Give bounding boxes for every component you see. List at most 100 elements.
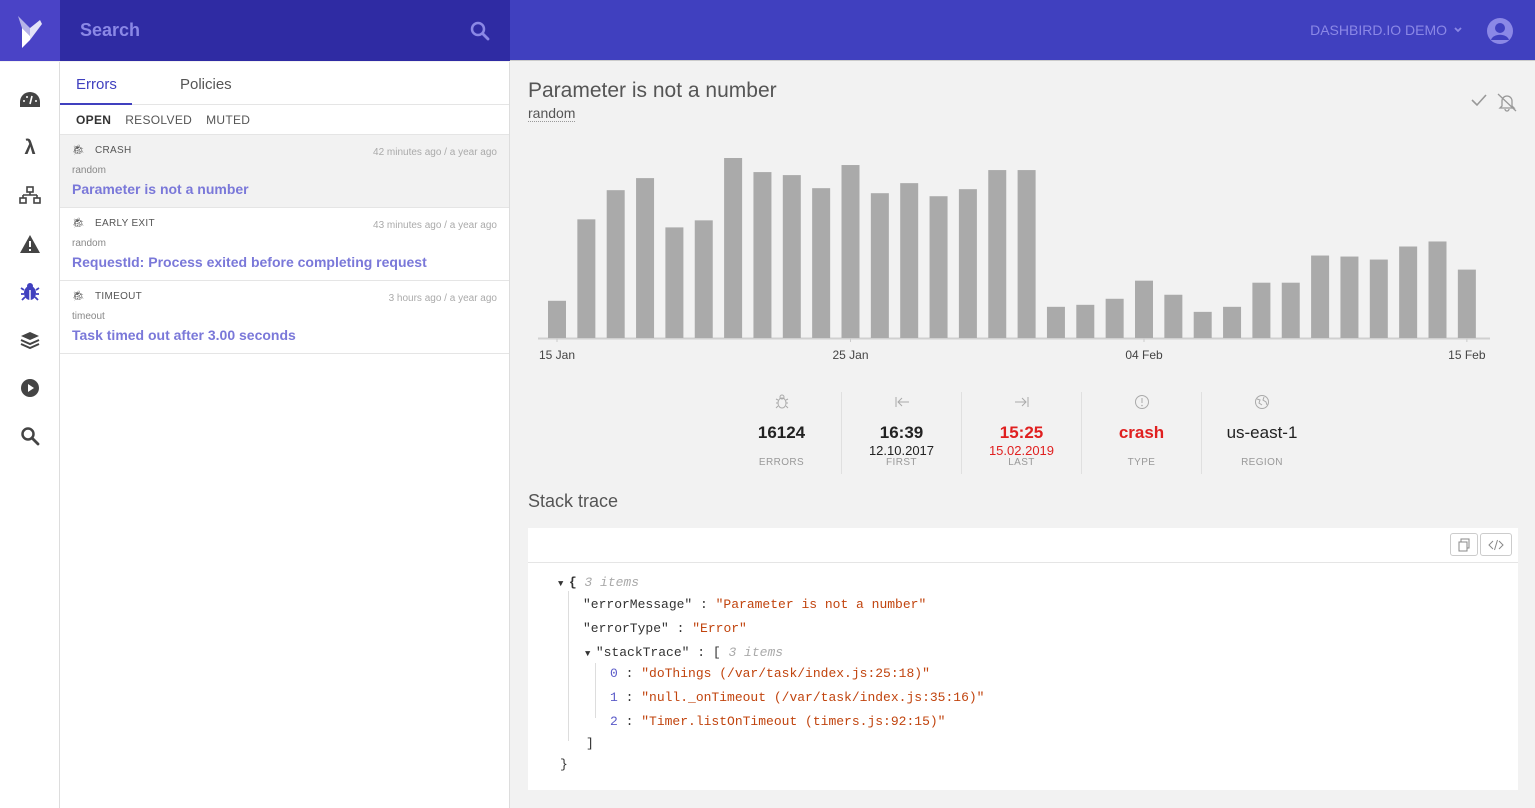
- bar[interactable]: [782, 175, 801, 338]
- error-list-item[interactable]: 🐞︎ EARLY EXIT 43 minutes ago / a year ago…: [60, 208, 509, 281]
- layers-icon: [20, 332, 40, 349]
- bar[interactable]: [636, 178, 655, 338]
- bar[interactable]: [724, 158, 743, 338]
- errors-bar-chart: 15 Jan 25 Jan 04 Feb 15 Feb: [538, 158, 1490, 362]
- tab-policies[interactable]: Policies: [180, 76, 232, 93]
- error-list-item[interactable]: 🐞︎ TIMEOUT 3 hours ago / a year ago timeo…: [60, 281, 509, 354]
- stat-label: FIRST: [886, 457, 917, 468]
- tab-errors[interactable]: Errors: [76, 76, 117, 93]
- nav-errors[interactable]: [18, 280, 42, 304]
- bar[interactable]: [665, 227, 684, 338]
- dashbird-logo[interactable]: [0, 0, 60, 61]
- mute-bell-icon[interactable]: [1496, 92, 1518, 112]
- bar[interactable]: [1193, 311, 1212, 338]
- stat-label: REGION: [1241, 457, 1283, 468]
- bar[interactable]: [577, 219, 596, 338]
- bar[interactable]: [1135, 280, 1153, 338]
- error-detail: Parameter is not a number random 15 Jan 2…: [510, 62, 1535, 808]
- bar[interactable]: [841, 165, 860, 338]
- bar[interactable]: [1457, 269, 1476, 338]
- bar[interactable]: [812, 188, 831, 338]
- function-name: random: [72, 165, 106, 176]
- function-link[interactable]: random: [528, 106, 576, 122]
- stack-trace-toolbar: [528, 528, 1518, 563]
- json-value: "Parameter is not a number": [715, 597, 927, 612]
- resolve-check-icon[interactable]: [1470, 92, 1488, 108]
- logo-icon: [18, 15, 42, 48]
- error-type: CRASH: [95, 145, 132, 156]
- lambda-icon: λ: [24, 136, 36, 159]
- stat-type: crash TYPE: [1082, 392, 1202, 474]
- bar[interactable]: [753, 172, 772, 338]
- view-raw-button[interactable]: [1480, 533, 1512, 556]
- filter-resolved[interactable]: RESOLVED: [125, 113, 192, 127]
- errors-list-panel: Errors Policies OPEN RESOLVED MUTED 🐞︎ CR…: [60, 62, 510, 808]
- bar[interactable]: [929, 196, 948, 338]
- chevron-down-icon: [1454, 27, 1462, 33]
- bar[interactable]: [1223, 306, 1242, 338]
- stat-label: TYPE: [1127, 457, 1156, 468]
- bug-icon: 🐞︎: [72, 218, 85, 229]
- bar[interactable]: [988, 170, 1007, 338]
- x-tick-label: 04 Feb: [1125, 348, 1163, 362]
- nav-tracing[interactable]: [18, 376, 42, 400]
- top-bar: DASHBIRD.IO DEMO: [0, 0, 1535, 61]
- nav-search[interactable]: [18, 424, 42, 448]
- bar[interactable]: [1340, 256, 1359, 338]
- info-icon: [1134, 395, 1149, 409]
- search-icon[interactable]: [470, 21, 490, 41]
- copy-button[interactable]: [1450, 533, 1478, 556]
- bar[interactable]: [900, 183, 919, 338]
- json-key: "errorType": [583, 621, 669, 636]
- bar[interactable]: [1046, 306, 1065, 338]
- collapse-toggle-icon[interactable]: ▼: [585, 649, 596, 659]
- bar[interactable]: [1164, 294, 1183, 338]
- filter-muted[interactable]: MUTED: [206, 113, 250, 127]
- stat-errors: 16124 ERRORS: [722, 392, 842, 474]
- dashboard-icon: [20, 92, 40, 107]
- bar[interactable]: [1399, 246, 1418, 338]
- nav-alerts[interactable]: [18, 232, 42, 256]
- bar[interactable]: [1252, 282, 1271, 338]
- error-message: Task timed out after 3.00 seconds: [72, 327, 296, 343]
- collapse-toggle-icon[interactable]: ▼: [558, 579, 569, 589]
- bar[interactable]: [1076, 304, 1095, 338]
- x-tick-label: 15 Jan: [539, 348, 575, 362]
- nav-network[interactable]: [18, 184, 42, 208]
- bar[interactable]: [1428, 241, 1447, 338]
- active-tab-indicator: [60, 103, 132, 105]
- code-icon: [1488, 539, 1504, 550]
- x-tick-label: 15 Feb: [1448, 348, 1486, 362]
- stat-date: 12.10.2017: [868, 443, 935, 458]
- nav-dashboard[interactable]: [18, 88, 42, 112]
- search-input[interactable]: [80, 20, 460, 41]
- error-time: 3 hours ago / a year ago: [388, 293, 497, 304]
- stat-label: ERRORS: [758, 457, 805, 468]
- bar[interactable]: [958, 189, 977, 338]
- bar[interactable]: [1311, 255, 1330, 338]
- error-message: RequestId: Process exited before complet…: [72, 254, 427, 270]
- stat-value: 15:25: [999, 423, 1044, 442]
- filter-open[interactable]: OPEN: [76, 113, 111, 127]
- nav-lambda[interactable]: λ: [18, 136, 42, 160]
- stat-value: 16:39: [879, 423, 924, 442]
- bar[interactable]: [606, 190, 625, 338]
- bar[interactable]: [548, 300, 566, 338]
- error-list-item[interactable]: 🐞︎ CRASH 42 minutes ago / a year ago rand…: [60, 135, 509, 208]
- bar[interactable]: [1105, 298, 1124, 338]
- bar[interactable]: [1369, 259, 1388, 338]
- bar[interactable]: [870, 193, 889, 338]
- tree-guide: [595, 663, 596, 718]
- user-avatar[interactable]: [1487, 18, 1513, 44]
- nav-resources[interactable]: [18, 328, 42, 352]
- bug-icon: [20, 283, 40, 301]
- search-bar: [60, 0, 510, 61]
- org-selector[interactable]: DASHBIRD.IO DEMO: [1310, 22, 1463, 38]
- function-name: timeout: [72, 311, 105, 322]
- item-count: 3 items: [584, 575, 640, 590]
- bar[interactable]: [1017, 170, 1036, 338]
- bar[interactable]: [694, 220, 713, 338]
- bar[interactable]: [1281, 282, 1300, 338]
- last-arrow-icon: [1014, 397, 1028, 407]
- stat-value: us-east-1: [1226, 423, 1298, 442]
